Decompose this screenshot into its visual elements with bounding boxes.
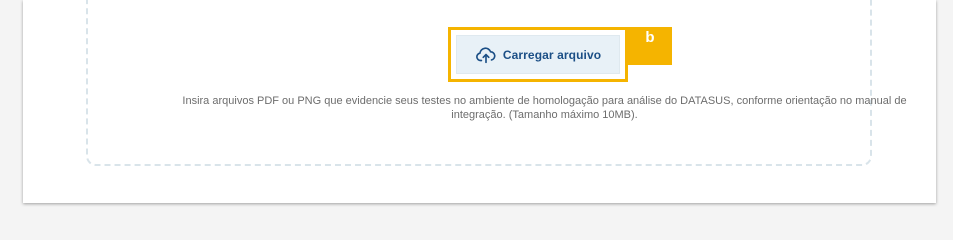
upload-file-label: Carregar arquivo: [502, 47, 602, 62]
cloud-upload-icon: [475, 44, 497, 66]
annotation-highlight-box: Carregar arquivo: [448, 27, 628, 82]
upload-file-button[interactable]: Carregar arquivo: [456, 35, 620, 74]
annotation-badge: b: [628, 27, 672, 65]
upload-card: Carregar arquivo b Insira arquivos PDF o…: [23, 0, 936, 203]
upload-hint-text: Insira arquivos PDF ou PNG que evidencie…: [182, 95, 907, 121]
file-dropzone[interactable]: Carregar arquivo b Insira arquivos PDF o…: [86, 0, 907, 166]
